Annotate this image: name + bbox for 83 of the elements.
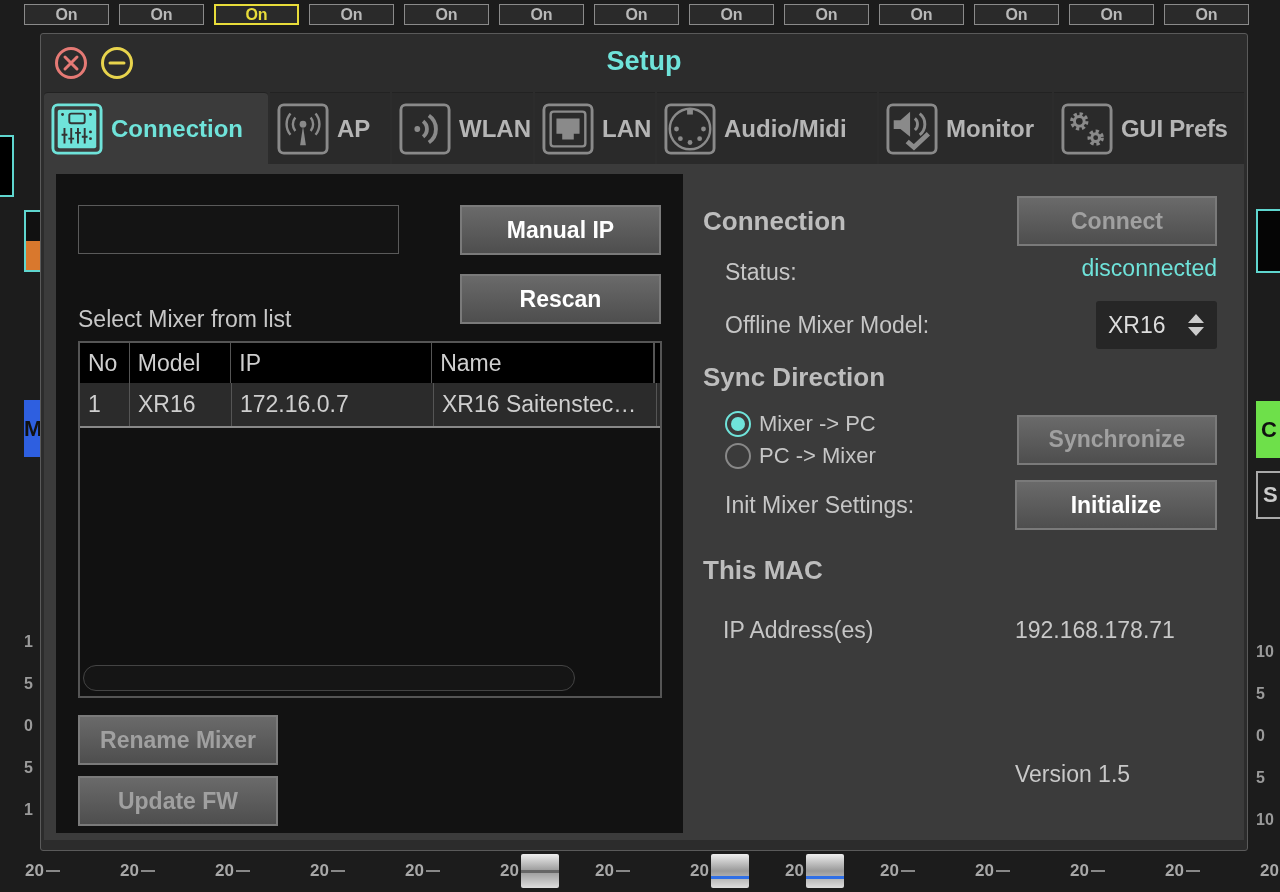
ip-label: IP Address(es) <box>723 616 874 644</box>
scale-label: 20 <box>1260 861 1279 881</box>
section-heading: This MAC <box>703 554 823 586</box>
scale-label: 10 <box>1256 811 1274 830</box>
section-heading: Sync Direction <box>703 361 886 393</box>
table-cell: 1 <box>80 383 130 426</box>
tab[interactable]: Connection <box>44 92 268 164</box>
on-button[interactable]: On <box>879 4 964 25</box>
radio-button[interactable] <box>725 410 751 437</box>
input-field[interactable] <box>78 205 399 254</box>
scale-label: 10 <box>1256 643 1274 662</box>
scale-label: 1 <box>24 801 34 820</box>
section-heading: Connection <box>703 205 846 237</box>
channel-meter <box>24 210 40 272</box>
action-button[interactable]: Rescan <box>460 274 661 324</box>
init-label: Init Mixer Settings: <box>725 491 915 519</box>
wireless-icon <box>399 102 451 155</box>
scale-label: 20 <box>975 861 994 881</box>
on-button[interactable]: On <box>404 4 489 25</box>
scale-label: 20 <box>690 861 709 881</box>
scale-label: 0 <box>1256 727 1265 746</box>
scale-label: 20 <box>25 861 44 881</box>
scale-label: 20 <box>500 861 519 881</box>
initialize-button[interactable]: Initialize <box>1015 480 1217 530</box>
radio-option[interactable]: Mixer -> PC <box>725 410 876 437</box>
channel-button[interactable]: S <box>1256 471 1280 519</box>
channel-button[interactable]: C <box>1256 401 1280 458</box>
radio-option[interactable]: PC -> Mixer <box>725 442 876 469</box>
scale-label: 20 <box>405 861 424 881</box>
scale-label: 5 <box>24 759 34 778</box>
close-icon[interactable] <box>54 46 88 80</box>
window-title: Setup <box>606 46 682 77</box>
table-row[interactable]: 1 XR16 172.16.0.7 XR16 Saitenstec… <box>80 383 660 428</box>
scale-label: 20 <box>595 861 614 881</box>
on-button[interactable]: On <box>689 4 774 25</box>
on-button[interactable]: On <box>1069 4 1154 25</box>
fader-knob[interactable] <box>520 854 559 888</box>
up-down-icon <box>1187 312 1205 338</box>
status-value: disconnected <box>1081 254 1217 282</box>
scale-label: 1 <box>24 633 34 652</box>
on-button[interactable]: On <box>24 4 109 25</box>
scale-label: 20 <box>215 861 234 881</box>
mixer-icon <box>51 102 103 155</box>
table-cell: 172.16.0.7 <box>232 383 434 426</box>
scale-label: 0 <box>24 717 34 736</box>
table-cell: XR16 Saitenstec… <box>434 383 657 426</box>
network-port-icon <box>542 102 594 155</box>
scale-label: 20 <box>880 861 899 881</box>
scrollbar[interactable] <box>83 665 575 691</box>
ip-value: 192.168.178.71 <box>1015 616 1176 644</box>
on-button[interactable]: On <box>214 4 299 25</box>
on-button[interactable]: On <box>974 4 1059 25</box>
on-button[interactable]: On <box>784 4 869 25</box>
speaker-check-icon <box>886 102 938 155</box>
scale-label: 5 <box>1256 685 1265 704</box>
action-button[interactable]: Manual IP <box>460 205 661 255</box>
on-button[interactable]: On <box>119 4 204 25</box>
channel-display <box>0 135 14 197</box>
channel-display <box>1256 209 1280 273</box>
scale-label: 20 <box>310 861 329 881</box>
on-button[interactable]: On <box>1164 4 1249 25</box>
version-text: Version 1.5 <box>1015 760 1132 788</box>
antenna-icon <box>277 102 329 155</box>
on-button[interactable]: On <box>594 4 679 25</box>
gears-icon <box>1061 102 1113 155</box>
scale-label: 20 <box>1070 861 1089 881</box>
scale-label: 5 <box>24 675 34 694</box>
fader-knob[interactable] <box>805 854 844 888</box>
fader-knob[interactable] <box>710 854 749 888</box>
status-label: Status: <box>725 258 797 286</box>
scale-label: 20 <box>1165 861 1184 881</box>
model-label: Offline Mixer Model: <box>725 311 930 339</box>
scale-label: 20 <box>120 861 139 881</box>
scale-label: 20 <box>785 861 804 881</box>
radio-button[interactable] <box>725 442 751 469</box>
scale-label: 5 <box>1256 769 1265 788</box>
table-cell: XR16 <box>130 383 232 426</box>
model-select[interactable]: XR16 <box>1096 301 1217 349</box>
minimize-icon[interactable] <box>100 46 134 80</box>
midi-connector-icon <box>664 102 716 155</box>
on-button[interactable]: On <box>499 4 584 25</box>
list-caption: Select Mixer from list <box>78 306 293 333</box>
on-button[interactable]: On <box>309 4 394 25</box>
